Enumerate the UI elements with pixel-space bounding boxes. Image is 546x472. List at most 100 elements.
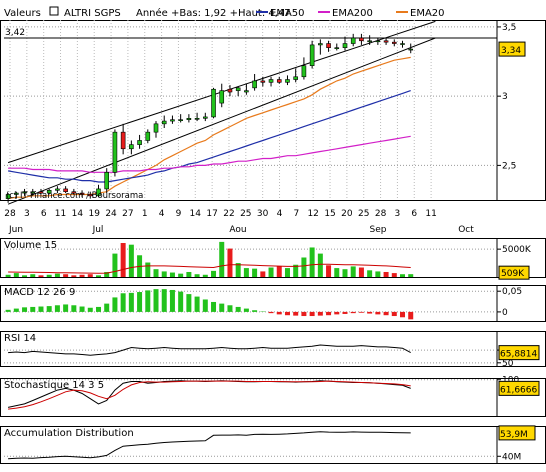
- x-tick-label: 15: [324, 209, 335, 219]
- macd-bar: [236, 307, 241, 312]
- candle: [121, 132, 125, 149]
- last-price-label: 3,34: [501, 46, 521, 56]
- macd-bar: [22, 307, 27, 312]
- candle: [310, 45, 314, 66]
- candle: [368, 41, 372, 42]
- volume-bar: [203, 275, 208, 277]
- volume-bar: [30, 274, 35, 277]
- y-tick-label: 0: [502, 308, 508, 318]
- macd-bar: [351, 312, 356, 313]
- volume-bar: [80, 275, 85, 277]
- macd-bar: [203, 299, 208, 311]
- candle: [351, 38, 355, 44]
- macd-bar: [121, 293, 126, 312]
- x-tick-label: 22: [223, 209, 234, 219]
- x-tick-label: 11: [425, 209, 436, 219]
- candle: [409, 49, 413, 50]
- volume-bar: [375, 271, 380, 277]
- volume-bar: [129, 245, 134, 277]
- volume-bar: [186, 272, 191, 277]
- legend-label-ema200: EMA200: [332, 8, 373, 19]
- panel-title: RSI 14: [4, 333, 36, 344]
- macd-bar: [47, 306, 52, 312]
- x-tick-label: 9: [176, 209, 182, 219]
- candle: [236, 88, 240, 91]
- month-label: Aou: [229, 225, 246, 235]
- candle: [162, 121, 166, 124]
- macd-bar: [55, 305, 60, 312]
- ad-value-label: 53,9M: [500, 430, 528, 440]
- month-label: Jun: [8, 225, 23, 235]
- x-tick-label: 12: [307, 209, 318, 219]
- volume-bar: [244, 268, 249, 277]
- macd-bar: [392, 312, 397, 316]
- valeurs-label: Valeurs: [4, 8, 41, 19]
- stock-chart: Valeurs ALTRI SGPS Année +Bas: 1,92 +Hau…: [0, 0, 546, 468]
- x-tick-label: 3: [395, 209, 401, 219]
- candle: [359, 38, 363, 41]
- volume-bar: [351, 266, 356, 277]
- panel-5: 40M Accumulation Distribution 53,9M: [1, 426, 546, 464]
- macd-bar: [104, 304, 109, 312]
- candle: [105, 172, 109, 189]
- volume-bar: [301, 258, 306, 278]
- y-tick-label: 40M: [502, 452, 521, 462]
- candle: [228, 89, 232, 92]
- candle: [170, 120, 174, 121]
- macd-bar: [277, 312, 282, 314]
- candle: [302, 66, 306, 77]
- macd-bar: [367, 312, 372, 314]
- candle: [138, 140, 142, 144]
- volume-bar: [400, 274, 405, 277]
- y-tick-label: 50: [502, 359, 514, 369]
- x-tick-label: 20: [341, 209, 353, 219]
- macd-bar: [342, 312, 347, 314]
- month-label: Jul: [92, 225, 104, 235]
- volume-bar: [162, 271, 167, 277]
- macd-bar: [400, 312, 405, 317]
- volume-bar: [121, 243, 126, 277]
- series-ema200: [8, 136, 411, 172]
- macd-bar: [195, 297, 200, 312]
- panel-frame: [1, 332, 546, 367]
- volume-bar: [252, 269, 257, 277]
- macd-bar: [38, 307, 43, 312]
- x-tick-label: 24: [105, 209, 117, 219]
- candle: [146, 132, 150, 140]
- series-ema50: [8, 91, 411, 182]
- x-tick-label: 25: [358, 209, 369, 219]
- x-tick-label: 4: [277, 209, 283, 219]
- macd-bar: [129, 293, 134, 312]
- macd-bar: [269, 312, 274, 313]
- candle: [253, 81, 257, 88]
- x-tick-label: 1: [142, 209, 148, 219]
- volume-bar: [71, 275, 76, 277]
- volume-bar: [334, 268, 339, 277]
- month-label: Sep: [370, 225, 387, 235]
- macd-bar: [318, 312, 323, 316]
- macd-bar: [178, 292, 183, 312]
- candle: [335, 48, 339, 49]
- macd-bar: [326, 312, 331, 315]
- candle: [129, 145, 133, 149]
- legend: EMA50EMA200EMA20: [256, 8, 445, 19]
- panel-title: Accumulation Distribution: [4, 428, 134, 439]
- last-volume-label: 509K: [501, 269, 525, 279]
- y-tick-label: 5000K: [502, 245, 532, 255]
- macd-bar: [285, 312, 290, 315]
- macd-bar: [375, 312, 380, 314]
- panel-4: 100Stochastique 14 3 561,6666: [1, 376, 546, 417]
- panel-0: 3,532,53,423,34(c) IT-Finance.com / Bour…: [1, 20, 546, 204]
- x-tick-label: 3: [24, 209, 30, 219]
- macd-bar: [211, 302, 216, 312]
- volume-ma-line: [8, 264, 411, 273]
- macd-bar: [334, 312, 339, 314]
- volume-bar: [285, 268, 290, 277]
- volume-bar: [96, 275, 101, 277]
- macd-bar: [252, 310, 257, 312]
- macd-bar: [63, 304, 68, 311]
- macd-bar: [30, 307, 35, 312]
- candle: [269, 80, 273, 83]
- x-tick-label: 25: [240, 209, 251, 219]
- macd-bar: [310, 312, 315, 316]
